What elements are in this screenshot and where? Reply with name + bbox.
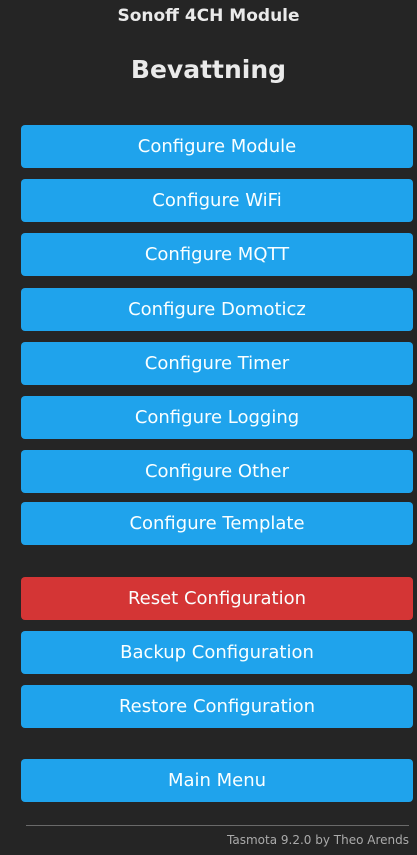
restore-configuration-button[interactable]: Restore Configuration [21,685,413,728]
configure-module-button[interactable]: Configure Module [21,125,413,168]
configure-timer-button[interactable]: Configure Timer [21,342,413,385]
backup-configuration-button[interactable]: Backup Configuration [21,631,413,674]
footer-link[interactable]: Tasmota 9.2.0 by Theo Arends [227,832,409,848]
main-menu-button[interactable]: Main Menu [21,759,413,802]
configure-other-button[interactable]: Configure Other [21,450,413,493]
configure-template-button[interactable]: Configure Template [21,502,413,545]
footer-divider [26,825,409,826]
page: Sonoff 4CH Module Bevattning Configure M… [0,0,417,855]
configure-logging-button[interactable]: Configure Logging [21,396,413,439]
configure-domoticz-button[interactable]: Configure Domoticz [21,288,413,331]
configure-wifi-button[interactable]: Configure WiFi [21,179,413,222]
module-name: Sonoff 4CH Module [117,6,300,26]
configure-mqtt-button[interactable]: Configure MQTT [21,233,413,276]
reset-configuration-button[interactable]: Reset Configuration [21,577,413,620]
device-name: Bevattning [130,55,287,84]
